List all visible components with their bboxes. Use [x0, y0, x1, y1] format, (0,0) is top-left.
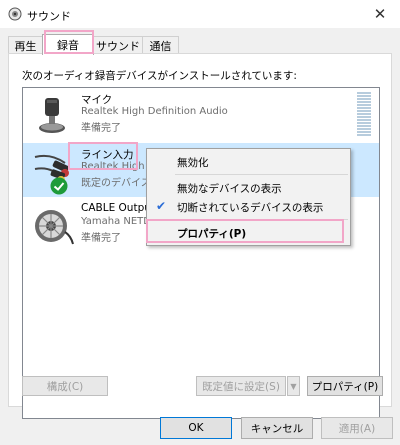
set-default-dropdown-button[interactable]: ▼ [287, 376, 300, 396]
menu-item-properties[interactable]: プロパティ(P) [147, 223, 350, 241]
tab-communications[interactable]: 通信 [142, 36, 179, 54]
panel-description: 次のオーディオ録音デバイスがインストールされています: [22, 70, 297, 82]
menu-separator [175, 174, 348, 175]
menu-separator [175, 219, 348, 220]
properties-button[interactable]: プロパティ(P) [307, 376, 383, 396]
menu-item-show-disconnected[interactable]: ✔ 切断されているデバイスの表示 [147, 197, 350, 215]
ok-button[interactable]: OK [160, 417, 232, 439]
cable-reel-icon [35, 210, 74, 245]
menu-item-label: 切断されているデバイスの表示 [177, 202, 324, 214]
title-bar: サウンド ✕ [0, 0, 400, 28]
menu-item-label: 無効化 [177, 157, 209, 169]
device-name: CABLE Output [81, 202, 156, 214]
tab-sounds[interactable]: サウンド [93, 36, 143, 54]
window-title: サウンド [27, 10, 71, 23]
microphone-icon [39, 98, 65, 133]
device-list[interactable]: マイク Realtek High Definition Audio 準備完了 ラ… [22, 87, 380, 419]
default-device-check-icon [50, 177, 68, 195]
tab-recording[interactable]: 録音 [42, 34, 94, 55]
cancel-button[interactable]: キャンセル [241, 417, 313, 439]
device-name: マイク [81, 94, 113, 106]
device-name: ライン入力 [81, 149, 134, 161]
menu-item-label: 無効なデバイスの表示 [177, 183, 282, 195]
device-driver: Realtek High D [81, 161, 156, 172]
close-button[interactable]: ✕ [360, 0, 400, 28]
device-row-mic[interactable]: マイク Realtek High Definition Audio 準備完了 [23, 88, 379, 142]
speaker-icon [8, 7, 22, 21]
menu-item-show-disabled[interactable]: 無効なデバイスの表示 [147, 178, 350, 196]
configure-button[interactable]: 構成(C) [22, 376, 108, 396]
device-status: 準備完了 [81, 123, 121, 134]
device-driver: Realtek High Definition Audio [81, 106, 228, 117]
tab-playback[interactable]: 再生 [8, 36, 43, 54]
device-status: 準備完了 [81, 233, 121, 244]
device-status: 既定のデバイス [81, 178, 151, 189]
menu-item-label: プロパティ(P) [177, 228, 247, 240]
set-default-button[interactable]: 既定値に設定(S) [196, 376, 286, 396]
menu-item-disable[interactable]: 無効化 [147, 152, 350, 170]
checkmark-icon: ✔ [156, 199, 167, 213]
chevron-down-icon: ▼ [290, 381, 297, 391]
close-icon: ✕ [373, 5, 387, 23]
apply-button[interactable]: 適用(A) [321, 417, 393, 439]
context-menu: 無効化 無効なデバイスの表示 ✔ 切断されているデバイスの表示 プロパティ(P) [146, 148, 351, 246]
level-meter [357, 92, 371, 138]
